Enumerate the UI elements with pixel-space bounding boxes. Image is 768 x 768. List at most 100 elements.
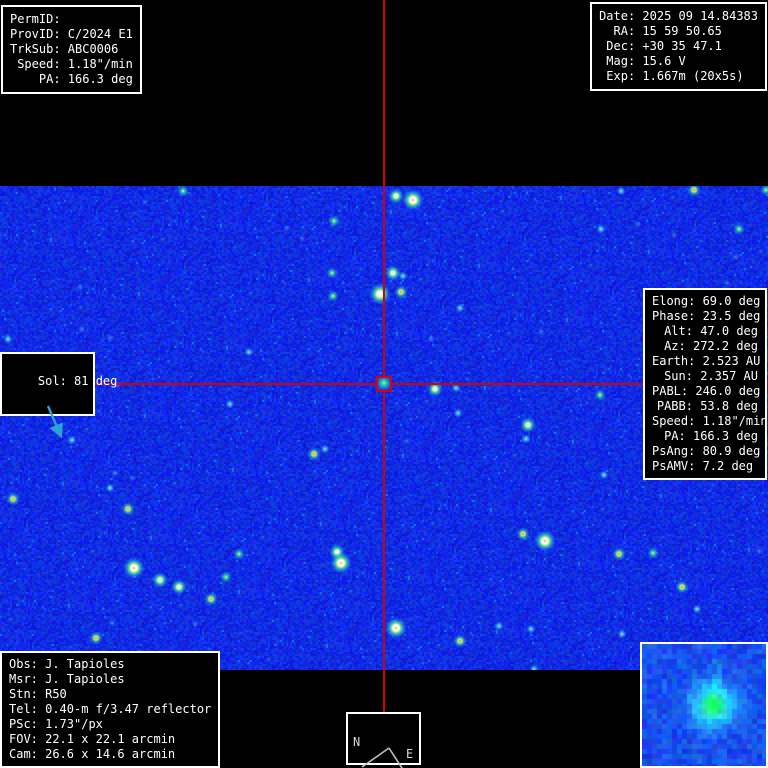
target-info-panel: PermID:ProvID:C/2024 E1TrkSub:ABC0006Spe… bbox=[1, 5, 142, 94]
info-row: RA:15 59 50.65 bbox=[599, 24, 758, 39]
info-row: PABL:246.0 deg bbox=[652, 384, 758, 399]
info-label: PABB: bbox=[652, 399, 693, 414]
sun-direction-arrow-icon bbox=[9, 404, 86, 442]
info-value: 166.3 deg bbox=[686, 429, 758, 444]
info-row: FOV:22.1 x 22.1 arcmin bbox=[9, 732, 211, 747]
info-label: PsAng: bbox=[652, 444, 695, 459]
info-label: Speed: bbox=[652, 414, 695, 429]
crosshair-vertical-bottom bbox=[383, 392, 385, 712]
info-label: TrkSub: bbox=[10, 42, 61, 57]
info-label: RA: bbox=[599, 24, 635, 39]
info-row: Stn:R50 bbox=[9, 687, 211, 702]
info-label: Sun: bbox=[652, 369, 693, 384]
info-label: Speed: bbox=[10, 57, 61, 72]
info-row: PsAng:80.9 deg bbox=[652, 444, 758, 459]
info-value: 1.667m (20x5s) bbox=[635, 69, 743, 84]
info-value: 0.40-m f/3.47 reflector bbox=[38, 702, 211, 717]
info-row: ProvID:C/2024 E1 bbox=[10, 27, 133, 42]
info-label: FOV: bbox=[9, 732, 38, 747]
info-value: J. Tapioles bbox=[38, 657, 125, 672]
sun-angle-label: Sol: 81 deg bbox=[38, 374, 117, 388]
info-value: 22.1 x 22.1 arcmin bbox=[38, 732, 175, 747]
info-row: Sun:2.357 AU bbox=[652, 369, 758, 384]
info-row: PsAMV:7.2 deg bbox=[652, 459, 758, 474]
info-row: Mag:15.6 V bbox=[599, 54, 758, 69]
info-value bbox=[61, 12, 68, 27]
info-row: Cam:26.6 x 14.6 arcmin bbox=[9, 747, 211, 762]
observation-info-panel: Date:2025 09 14.84383RA:15 59 50.65Dec:+… bbox=[590, 2, 767, 91]
info-label: Alt: bbox=[652, 324, 693, 339]
info-value: 1.18"/min bbox=[695, 414, 767, 429]
info-value: C/2024 E1 bbox=[61, 27, 133, 42]
info-value: ABC0006 bbox=[61, 42, 119, 57]
info-value: 69.0 deg bbox=[695, 294, 760, 309]
info-label: Obs: bbox=[9, 657, 38, 672]
info-value: 272.2 deg bbox=[686, 339, 758, 354]
info-row: Alt:47.0 deg bbox=[652, 324, 758, 339]
info-value: 1.18"/min bbox=[61, 57, 133, 72]
target-zoom-inset bbox=[640, 642, 768, 768]
info-row: Exp:1.667m (20x5s) bbox=[599, 69, 758, 84]
info-label: Mag: bbox=[599, 54, 635, 69]
info-label: Exp: bbox=[599, 69, 635, 84]
info-label: Tel: bbox=[9, 702, 38, 717]
info-value: 1.73"/px bbox=[38, 717, 103, 732]
info-value: 53.8 deg bbox=[693, 399, 758, 414]
target-marker-box bbox=[376, 376, 392, 392]
info-value: 80.9 deg bbox=[695, 444, 760, 459]
info-value: 166.3 deg bbox=[61, 72, 133, 87]
compass-east-label: E bbox=[406, 747, 413, 762]
info-value: R50 bbox=[38, 687, 67, 702]
info-row: Msr:J. Tapioles bbox=[9, 672, 211, 687]
target-zoom-image bbox=[642, 644, 766, 766]
info-row: Obs:J. Tapioles bbox=[9, 657, 211, 672]
info-label: ProvID: bbox=[10, 27, 61, 42]
info-label: Earth: bbox=[652, 354, 695, 369]
info-value: 23.5 deg bbox=[695, 309, 760, 324]
info-label: Az: bbox=[652, 339, 686, 354]
info-value: 15 59 50.65 bbox=[635, 24, 722, 39]
info-label: PermID: bbox=[10, 12, 61, 27]
info-label: PA: bbox=[652, 429, 686, 444]
info-row: Phase:23.5 deg bbox=[652, 309, 758, 324]
info-row: Speed:1.18"/min bbox=[652, 414, 758, 429]
info-row: PABB:53.8 deg bbox=[652, 399, 758, 414]
info-label: Dec: bbox=[599, 39, 635, 54]
observer-info-panel: Obs:J. TapiolesMsr:J. TapiolesStn:R50Tel… bbox=[0, 651, 220, 768]
info-row: PermID: bbox=[10, 12, 133, 27]
info-label: PSc: bbox=[9, 717, 38, 732]
info-label: PsAMV: bbox=[652, 459, 695, 474]
info-label: Date: bbox=[599, 9, 635, 24]
info-value: 246.0 deg bbox=[688, 384, 760, 399]
compass-north-label: N bbox=[353, 735, 360, 750]
astrometry-viewer: PermID:ProvID:C/2024 E1TrkSub:ABC0006Spe… bbox=[0, 0, 768, 768]
info-label: PA: bbox=[10, 72, 61, 87]
info-value: 2.523 AU bbox=[695, 354, 760, 369]
info-value: J. Tapioles bbox=[38, 672, 125, 687]
info-label: PABL: bbox=[652, 384, 688, 399]
info-row: PSc:1.73"/px bbox=[9, 717, 211, 732]
info-label: Msr: bbox=[9, 672, 38, 687]
info-label: Phase: bbox=[652, 309, 695, 324]
info-row: Speed:1.18"/min bbox=[10, 57, 133, 72]
info-value: 2025 09 14.84383 bbox=[635, 9, 758, 24]
info-row: Earth:2.523 AU bbox=[652, 354, 758, 369]
sun-angle-panel: Sol: 81 deg bbox=[0, 352, 95, 416]
info-row: Date:2025 09 14.84383 bbox=[599, 9, 758, 24]
info-row: TrkSub:ABC0006 bbox=[10, 42, 133, 57]
info-value: 7.2 deg bbox=[695, 459, 753, 474]
info-value: 2.357 AU bbox=[693, 369, 758, 384]
info-row: Tel:0.40-m f/3.47 reflector bbox=[9, 702, 211, 717]
info-row: PA:166.3 deg bbox=[652, 429, 758, 444]
info-value: +30 35 47.1 bbox=[635, 39, 722, 54]
info-row: Az:272.2 deg bbox=[652, 339, 758, 354]
info-value: 47.0 deg bbox=[693, 324, 758, 339]
geometry-info-panel: Elong:69.0 degPhase:23.5 degAlt:47.0 deg… bbox=[643, 288, 767, 480]
compass-panel: N E bbox=[346, 712, 421, 765]
info-label: Stn: bbox=[9, 687, 38, 702]
info-row: PA:166.3 deg bbox=[10, 72, 133, 87]
info-value: 15.6 V bbox=[635, 54, 686, 69]
info-value: 26.6 x 14.6 arcmin bbox=[38, 747, 175, 762]
info-row: Elong:69.0 deg bbox=[652, 294, 758, 309]
info-label: Cam: bbox=[9, 747, 38, 762]
